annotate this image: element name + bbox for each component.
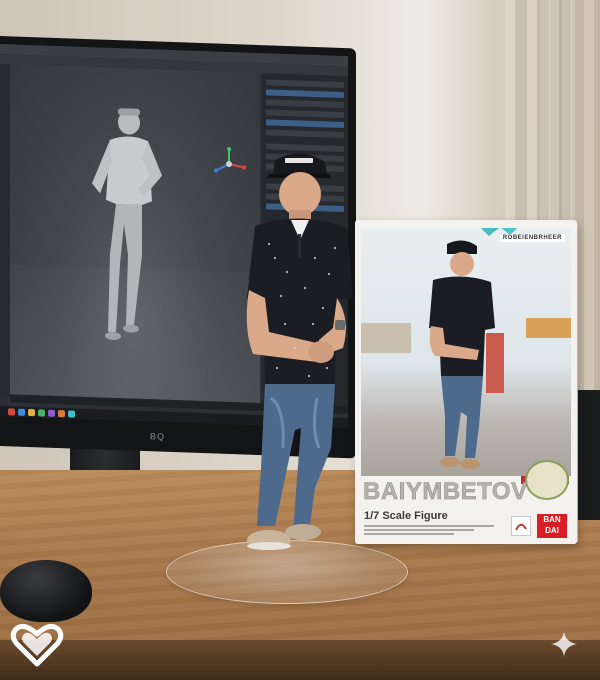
heart-icon[interactable] [10, 622, 64, 668]
taskbar-icon [48, 409, 55, 417]
taskbar-icon [38, 409, 45, 417]
figure [246, 153, 353, 550]
box-title: BAIYMBETOV [363, 478, 528, 506]
desk-edge [0, 640, 600, 680]
mall-display [526, 318, 571, 338]
brand-logo-line: DAI [545, 526, 559, 535]
computer-mouse [0, 560, 92, 622]
box-brand-tag: ROBEIENBRHEER [499, 234, 565, 242]
taskbar-icon [58, 410, 65, 418]
box-seal [525, 460, 569, 500]
app-toolbar [0, 64, 10, 397]
taskbar-icon [68, 410, 75, 418]
sparkle-icon [551, 631, 577, 657]
box-figure-image [429, 240, 495, 469]
taskbar-icon [18, 408, 25, 416]
box-artwork: ROBEIENBRHEER [361, 228, 571, 476]
box-fine-print [364, 525, 504, 539]
photo-scene: BQ ROBEIENBRHEER BAIYMBETOV 1/7 Scale Fi… [0, 0, 600, 680]
brand-logo: BAN DAI [537, 514, 567, 538]
taskbar-icon [8, 408, 15, 416]
3d-model [92, 108, 162, 340]
figure-box: ROBEIENBRHEER BAIYMBETOV 1/7 Scale Figur… [355, 220, 577, 544]
box-subtitle: 1/7 Scale Figure [364, 510, 448, 522]
taskbar-icon [28, 408, 35, 417]
monitor-brand: BQ [150, 431, 166, 442]
mall-display [361, 323, 411, 353]
brand-logo-line: BAN [543, 515, 561, 524]
box-small-logo [511, 516, 531, 536]
